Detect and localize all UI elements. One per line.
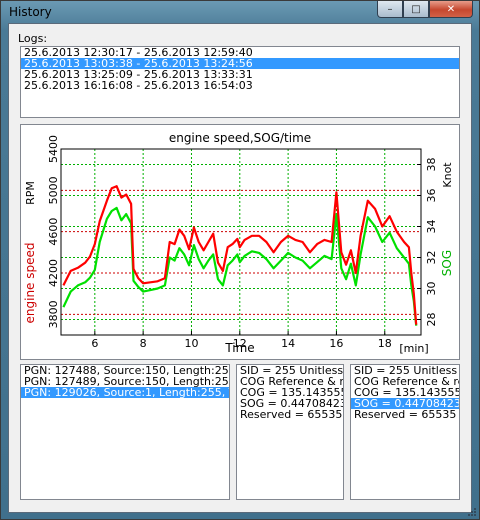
field-list-item[interactable]: Reserved = 65535 Unitless: [237, 409, 343, 420]
window-title: History: [9, 5, 52, 19]
x-tick-label: 16: [329, 337, 343, 350]
field-list-item[interactable]: Reserved = 65535 Unitless: [351, 409, 459, 420]
y-left-tick-label: 4600: [47, 218, 60, 246]
chart-title: engine speed,SOG/time: [169, 131, 311, 145]
y-right-unit: Knot: [441, 162, 454, 188]
chart-svg: engine speed,SOG/time 6 8 10 12 14 16 18380042…: [23, 131, 454, 355]
pgn-list-item[interactable]: PGN: 129026, Source:1, Length:255, Times…: [21, 387, 229, 398]
maximize-icon: □: [411, 3, 421, 15]
y-left-tick-label: 3800: [47, 300, 60, 328]
history-window: History – □ ✕ Logs: 25.6.2013 12:30:17 -…: [0, 0, 480, 520]
y-left-unit: RPM: [24, 181, 37, 205]
plot-frame: [60, 148, 422, 336]
close-icon: ✕: [446, 3, 456, 15]
minimize-button[interactable]: –: [377, 1, 403, 18]
x-tick-label: 8: [140, 337, 147, 350]
x-tick-label: 18: [378, 337, 392, 350]
y-left-tick-label: 4200: [47, 259, 60, 287]
x-axis-label: Time: [224, 341, 254, 355]
client-area: Logs: 25.6.2013 12:30:17 - 25.6.2013 12:…: [8, 23, 472, 513]
logs-listbox[interactable]: 25.6.2013 12:30:17 - 25.6.2013 12:59:40 2…: [20, 46, 460, 118]
logs-label: Logs:: [18, 32, 48, 45]
y-right-tick-label: 30: [425, 282, 438, 296]
y-right-tick-label: 34: [425, 220, 438, 234]
maximize-button[interactable]: □: [403, 1, 429, 18]
y-left-tick-label: 5400: [47, 135, 60, 163]
fields-listbox-left[interactable]: SID = 255 UnitlessCOG Reference & reserv…: [236, 364, 344, 500]
y-right-tick-label: 38: [425, 158, 438, 172]
x-axis-unit: [min]: [399, 342, 428, 355]
chart-panel: engine speed,SOG/time 6 8 10 12 14 16 18 3800 42…: [20, 124, 460, 360]
y-left-label: engine speed: [23, 243, 37, 324]
y-right-tick-label: 36: [425, 189, 438, 203]
x-tick-label: 14: [281, 337, 295, 350]
minimize-icon: –: [387, 3, 393, 15]
fields-listbox-right[interactable]: SID = 255 UnitlessCOG Reference & reserv…: [350, 364, 460, 500]
pgn-listbox[interactable]: PGN: 127488, Source:150, Length:255, Tim…: [20, 364, 230, 500]
resize-grip-icon[interactable]: [467, 507, 477, 517]
close-button[interactable]: ✕: [429, 1, 473, 18]
x-tick-label: 10: [184, 337, 198, 350]
y-right-tick-label: 28: [425, 313, 438, 327]
y-right-tick-label: 32: [425, 251, 438, 265]
x-tick-label: 6: [91, 337, 98, 350]
log-list-item[interactable]: 25.6.2013 16:16:08 - 25.6.2013 16:54:03: [21, 80, 459, 91]
y-right-label: SOG: [440, 250, 454, 276]
y-left-tick-label: 5000: [47, 176, 60, 204]
title-bar[interactable]: History – □ ✕: [1, 1, 479, 23]
